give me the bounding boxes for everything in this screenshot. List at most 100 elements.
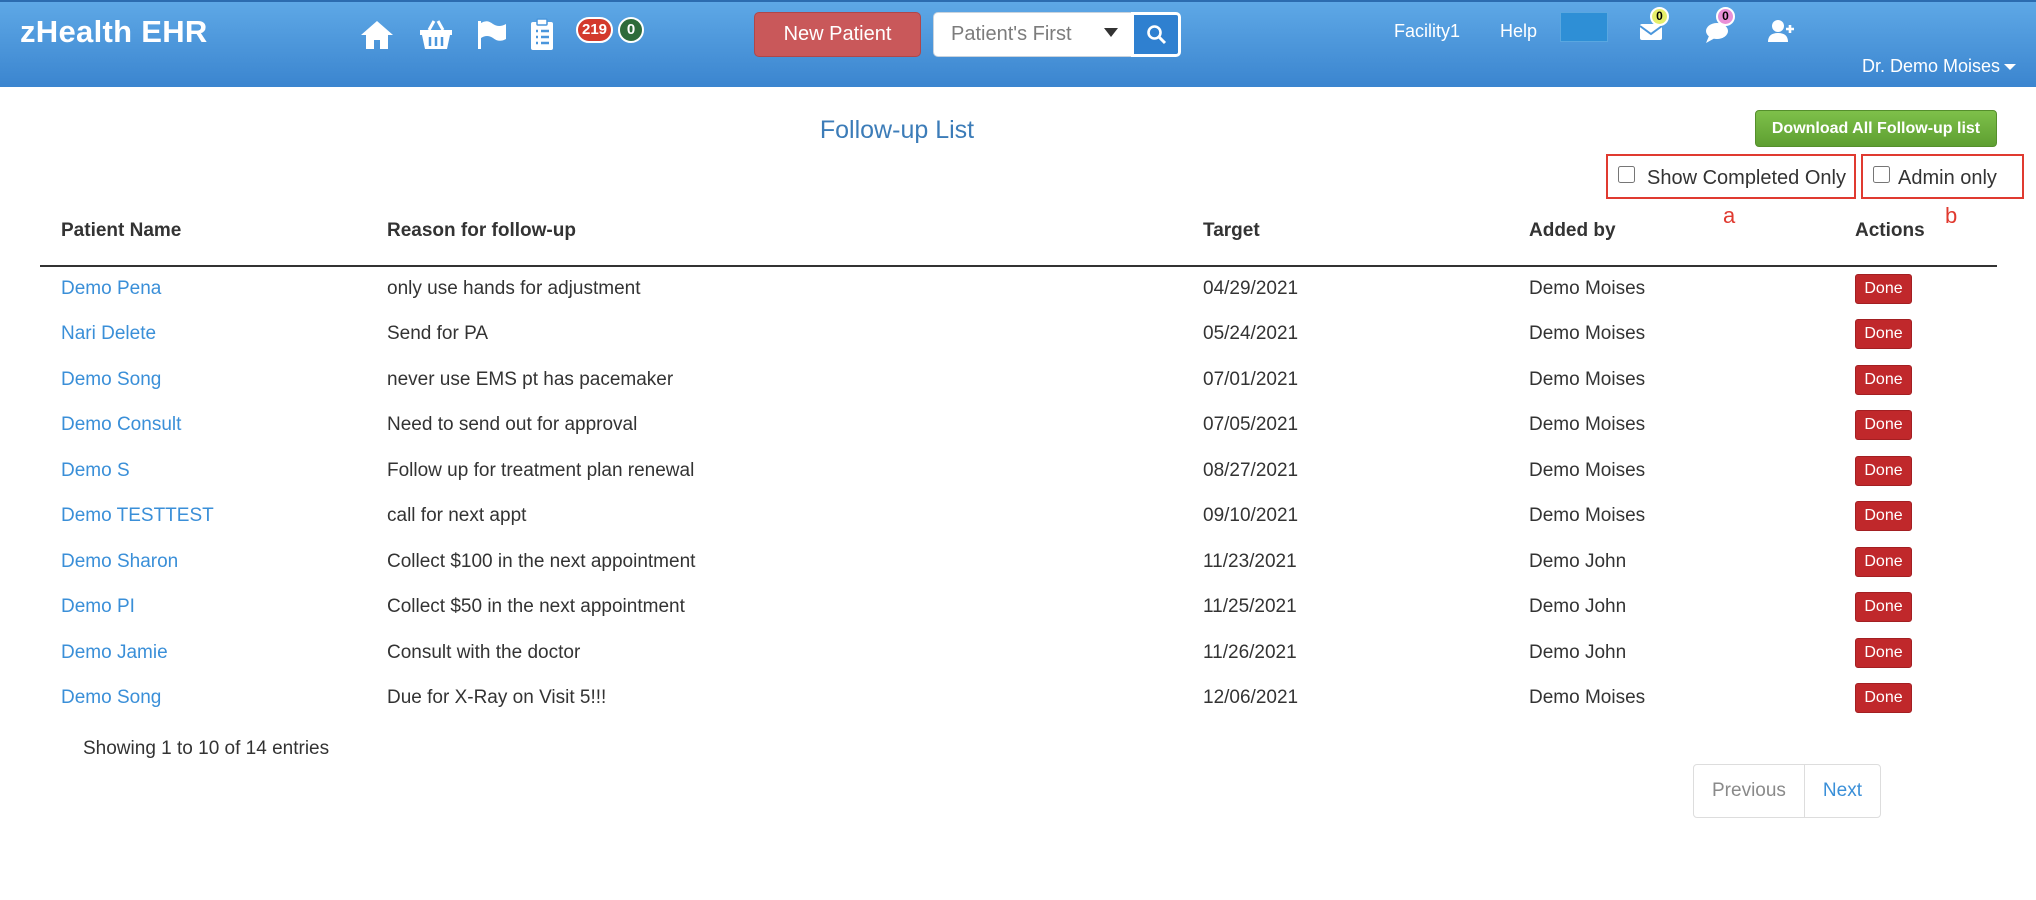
- table-header-row: Patient Name Reason for follow-up Target…: [40, 196, 1997, 267]
- patient-name-link[interactable]: Demo TESTTEST: [61, 505, 214, 526]
- cell-actions: Done: [1834, 585, 1997, 631]
- patient-name-link[interactable]: Demo Sharon: [61, 551, 178, 572]
- table-row: Nari Delete Send for PA 05/24/2021 Demo Moi…: [40, 312, 1997, 358]
- done-button[interactable]: Done: [1855, 637, 1912, 668]
- patient-name-link[interactable]: Demo Song: [61, 369, 161, 390]
- cell-added-by: Demo Moises: [1529, 368, 1646, 390]
- cell-reason: Follow up for treatment plan renewal: [387, 459, 695, 481]
- tasks-badge[interactable]: 0: [618, 17, 644, 43]
- cell-patient-name: Demo Sharon: [40, 539, 366, 585]
- cell-reason: Send for PA: [387, 323, 489, 345]
- header-patient-name[interactable]: Patient Name: [40, 196, 366, 267]
- cell-actions: Done: [1834, 448, 1997, 494]
- show-completed-label: Show Completed Only: [1647, 167, 1846, 189]
- add-user-icon[interactable]: [1766, 17, 1796, 45]
- caret-down-icon: [2004, 64, 2017, 71]
- done-button[interactable]: Done: [1855, 410, 1912, 441]
- table-row: Demo Song never use EMS pt has pacemaker 0…: [40, 357, 1997, 403]
- cell-added-by: Demo Moises: [1529, 687, 1646, 709]
- cell-target: 11/25/2021: [1203, 596, 1297, 618]
- previous-page-button[interactable]: Previous: [1694, 765, 1805, 817]
- cell-actions: Done: [1834, 676, 1997, 722]
- cell-reason: Collect $50 in the next appointment: [387, 596, 685, 618]
- done-button[interactable]: Done: [1855, 546, 1912, 577]
- cell-target: 12/06/2021: [1203, 687, 1299, 709]
- download-all-button[interactable]: Download All Follow-up list: [1755, 110, 1997, 147]
- cell-added-by: Demo John: [1529, 641, 1627, 663]
- cell-target: 08/27/2021: [1203, 459, 1299, 481]
- patient-name-link[interactable]: Demo PI: [61, 596, 135, 617]
- facility-link[interactable]: Facility1: [1394, 21, 1460, 42]
- done-button[interactable]: Done: [1855, 274, 1912, 305]
- pagination: Previous Next: [1693, 764, 1881, 818]
- cell-actions: Done: [1834, 539, 1997, 585]
- table-row: Demo Song Due for X-Ray on Visit 5!!! 12/0…: [40, 676, 1997, 722]
- patient-name-link[interactable]: Demo Pena: [61, 278, 161, 299]
- admin-only-filter: Admin only: [1861, 154, 2024, 199]
- done-button[interactable]: Done: [1855, 455, 1912, 486]
- cell-actions: Done: [1834, 357, 1997, 403]
- cell-patient-name: Demo Song: [40, 357, 366, 403]
- cell-added-by: Demo John: [1529, 550, 1627, 572]
- cell-added-by: Demo Moises: [1529, 414, 1646, 436]
- brand-logo[interactable]: zHealth EHR: [20, 14, 208, 50]
- header-reason[interactable]: Reason for follow-up: [366, 196, 1182, 267]
- cell-reason: call for next appt: [387, 505, 527, 527]
- table-row: Demo PI Collect $50 in the next appointme…: [40, 585, 1997, 631]
- patient-name-link[interactable]: Demo Jamie: [61, 642, 168, 663]
- cell-target: 04/29/2021: [1203, 278, 1299, 300]
- flag-icon[interactable]: [473, 17, 511, 53]
- cell-reason: Consult with the doctor: [387, 641, 581, 663]
- patient-name-link[interactable]: Demo S: [61, 460, 130, 481]
- cell-patient-name: Demo Pena: [40, 266, 366, 312]
- cell-patient-name: Demo TESTTEST: [40, 494, 366, 540]
- cell-added-by: Demo Moises: [1529, 323, 1646, 345]
- cell-actions: Done: [1834, 266, 1997, 312]
- mail-count-badge: 0: [1650, 7, 1669, 26]
- patient-search-input[interactable]: Patient's First: [933, 12, 1133, 57]
- header-added-by[interactable]: Added by: [1508, 196, 1834, 267]
- done-button[interactable]: Done: [1855, 683, 1912, 714]
- cell-added-by: Demo Moises: [1529, 505, 1646, 527]
- patient-name-link[interactable]: Nari Delete: [61, 323, 156, 344]
- search-icon: [1147, 25, 1167, 45]
- header-target[interactable]: Target: [1182, 196, 1508, 267]
- admin-only-checkbox[interactable]: [1873, 166, 1890, 183]
- basket-icon[interactable]: [417, 17, 455, 53]
- cell-target: 07/01/2021: [1203, 368, 1299, 390]
- follow-up-table: Patient Name Reason for follow-up Target…: [40, 196, 1997, 721]
- home-icon[interactable]: [358, 17, 396, 53]
- search-button[interactable]: [1131, 12, 1181, 57]
- cell-target: 05/24/2021: [1203, 323, 1299, 345]
- alerts-badge[interactable]: 219: [576, 17, 614, 43]
- show-completed-checkbox[interactable]: [1618, 166, 1635, 183]
- patient-name-link[interactable]: Demo Consult: [61, 414, 181, 435]
- user-menu[interactable]: Dr. Demo Moises: [1862, 56, 2017, 77]
- patient-name-link[interactable]: Demo Song: [61, 687, 161, 708]
- help-link[interactable]: Help: [1500, 21, 1537, 42]
- cell-added-by: Demo Moises: [1529, 278, 1646, 300]
- cell-reason: never use EMS pt has pacemaker: [387, 368, 674, 390]
- cell-actions: Done: [1834, 630, 1997, 676]
- chevron-down-icon[interactable]: [1104, 28, 1118, 37]
- cell-patient-name: Nari Delete: [40, 312, 366, 358]
- cell-target: 11/23/2021: [1203, 550, 1297, 572]
- cell-reason: Due for X-Ray on Visit 5!!!: [387, 687, 607, 709]
- next-page-button[interactable]: Next: [1805, 765, 1880, 817]
- table-row: Demo Pena only use hands for adjustment 04…: [40, 266, 1997, 312]
- table-row: Demo TESTTEST call for next appt 09/10/202…: [40, 494, 1997, 540]
- theme-color-swatch[interactable]: [1560, 12, 1608, 42]
- done-button[interactable]: Done: [1855, 319, 1912, 350]
- user-name: Dr. Demo Moises: [1862, 56, 2001, 76]
- new-patient-button[interactable]: New Patient: [754, 12, 921, 57]
- clipboard-icon[interactable]: [523, 17, 561, 53]
- done-button[interactable]: Done: [1855, 592, 1912, 623]
- cell-patient-name: Demo Song: [40, 676, 366, 722]
- cell-actions: Done: [1834, 403, 1997, 449]
- entries-info: Showing 1 to 10 of 14 entries: [83, 738, 330, 759]
- done-button[interactable]: Done: [1855, 501, 1912, 532]
- cell-patient-name: Demo Consult: [40, 403, 366, 449]
- done-button[interactable]: Done: [1855, 364, 1912, 395]
- top-navbar: zHealth EHR 219 0 New Patient Patient's …: [0, 0, 2036, 87]
- table-row: Demo Consult Need to send out for approva…: [40, 403, 1997, 449]
